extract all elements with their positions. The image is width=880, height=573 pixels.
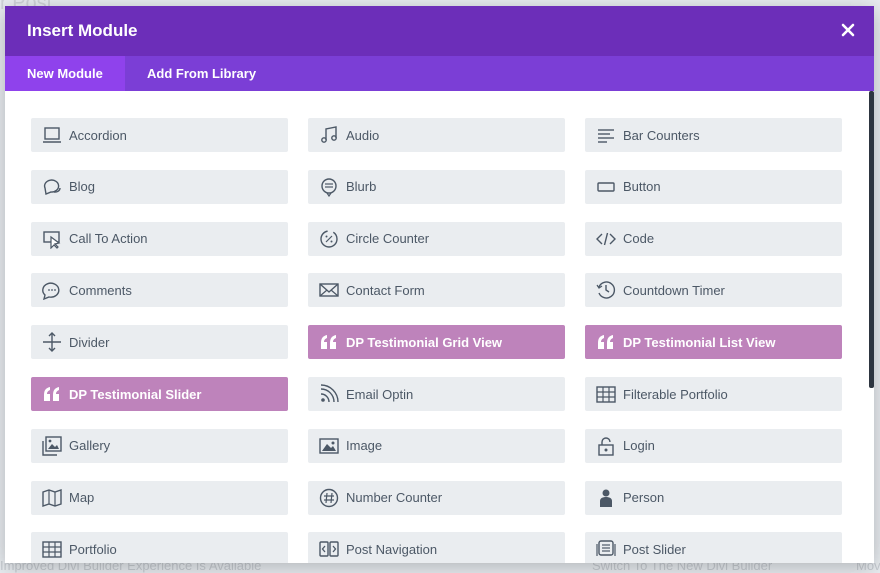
module-image[interactable]: Image [308,428,565,463]
module-label: Divider [69,334,110,350]
module-login[interactable]: Login [585,428,842,463]
map-icon [41,487,63,509]
quote-icon [318,331,340,353]
hash-icon [318,487,340,509]
tab-new-module[interactable]: New Module [5,56,125,91]
module-email-optin[interactable]: Email Optin [308,377,565,411]
module-label: Comments [69,282,132,298]
accordion-icon [41,124,63,146]
module-accordion[interactable]: Accordion [31,118,288,152]
blurb-icon [318,176,340,198]
pointer-icon [41,228,63,250]
module-filterable-portfolio[interactable]: Filterable Portfolio [585,377,842,411]
circle-counter-icon [318,228,340,250]
module-label: Person [623,490,665,506]
module-divider[interactable]: Divider [31,325,288,360]
module-label: Button [623,179,661,195]
module-dp-testimonial-list-view[interactable]: DP Testimonial List View [585,325,842,360]
module-label: Image [346,438,383,454]
module-post-slider[interactable]: Post Slider [585,532,842,563]
module-label: Countdown Timer [623,282,725,298]
module-blurb[interactable]: Blurb [308,169,565,204]
comment-icon [41,279,63,301]
divider-icon [41,331,63,353]
module-bar-counters[interactable]: Bar Counters [585,118,842,152]
module-dp-testimonial-slider[interactable]: DP Testimonial Slider [31,377,288,411]
module-audio[interactable]: Audio [308,118,565,152]
module-label: Login [623,438,655,454]
module-countdown-timer[interactable]: Countdown Timer [585,273,842,308]
music-note-icon [318,124,340,146]
image-icon [318,435,340,457]
module-label: Bar Counters [623,127,700,143]
envelope-icon [318,279,340,301]
module-number-counter[interactable]: Number Counter [308,480,565,515]
grid-filter-icon [595,383,617,405]
module-blog[interactable]: Blog [31,169,288,204]
module-label: Map [69,490,95,506]
module-label: Gallery [69,438,111,454]
module-label: Post Slider [623,541,686,557]
module-person[interactable]: Person [585,480,842,515]
close-icon [841,23,855,37]
module-label: Post Navigation [346,541,438,557]
module-label: DP Testimonial Slider [69,386,202,402]
table-grid-icon [41,538,63,560]
module-label: Portfolio [69,541,117,557]
person-icon [595,487,617,509]
chat-bubbles-icon [41,176,63,198]
module-comments[interactable]: Comments [31,273,288,308]
module-code[interactable]: Code [585,221,842,256]
module-contact-form[interactable]: Contact Form [308,273,565,308]
bars-icon [595,124,617,146]
module-label: Blurb [346,179,377,195]
module-post-navigation[interactable]: Post Navigation [308,532,565,563]
module-label: Accordion [69,127,127,143]
module-label: Number Counter [346,490,443,506]
module-dp-testimonial-grid-view[interactable]: DP Testimonial Grid View [308,325,565,360]
module-circle-counter[interactable]: Circle Counter [308,221,565,256]
module-gallery[interactable]: Gallery [31,428,288,463]
module-call-to-action[interactable]: Call To Action [31,221,288,256]
lock-icon [595,435,617,457]
module-label: Audio [346,127,380,143]
modal-header: Insert Module [5,6,874,56]
module-label: Contact Form [346,282,425,298]
module-label: Circle Counter [346,231,430,247]
module-button[interactable]: Button [585,169,842,204]
modal-tabs: New Module Add From Library [5,56,874,91]
code-icon [595,228,617,250]
insert-module-modal: Insert Module New Module Add From Librar… [5,6,874,563]
modal-scrollbar[interactable] [869,91,874,388]
close-button[interactable] [836,18,860,42]
module-portfolio[interactable]: Portfolio [31,532,288,563]
tab-add-from-library[interactable]: Add From Library [124,56,279,91]
modal-title: Insert Module [27,21,138,40]
gallery-icon [41,435,63,457]
post-nav-icon [318,538,340,560]
clock-icon [595,279,617,301]
module-label: Code [623,231,655,247]
post-slider-icon [595,538,617,560]
module-label: Filterable Portfolio [623,386,728,402]
module-label: Call To Action [69,231,148,247]
module-label: Email Optin [346,386,414,402]
module-label: DP Testimonial Grid View [346,334,503,350]
button-icon [595,176,617,198]
quote-icon [41,383,63,405]
module-map[interactable]: Map [31,480,288,515]
quote-icon [595,331,617,353]
module-label: DP Testimonial List View [623,334,776,350]
module-label: Blog [69,179,96,195]
rss-icon [318,383,340,405]
